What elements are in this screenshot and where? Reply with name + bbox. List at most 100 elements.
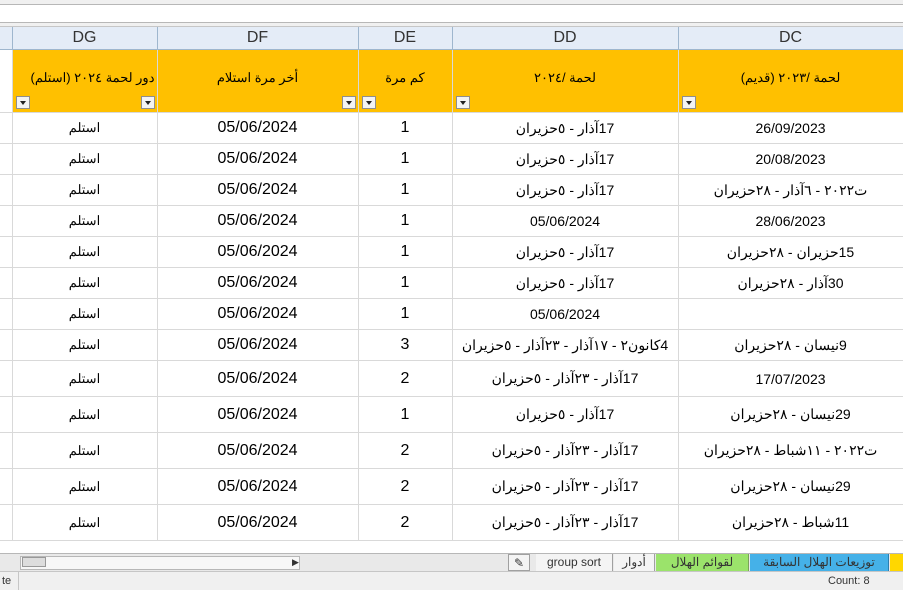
cell-dc[interactable]: ت٢٠٢٢ - ٦آذار - ٢٨حزيران [678, 174, 903, 206]
header-cell-de[interactable]: كم مرة [358, 49, 453, 113]
cell-dc[interactable]: 29نيسان - ٢٨حزيران [678, 396, 903, 433]
row-header-cell[interactable] [0, 396, 13, 433]
cell-dc[interactable]: 28/06/2023 [678, 205, 903, 237]
cell-dg[interactable]: استلم [12, 432, 158, 469]
cell-de[interactable]: 1 [358, 205, 453, 237]
cell-dd[interactable]: 05/06/2024 [452, 205, 679, 237]
formula-input[interactable] [0, 4, 903, 23]
row-header-cell[interactable] [0, 174, 13, 206]
cell-dd[interactable]: 17آذار - ٥حزيران [452, 267, 679, 299]
cell-dg[interactable]: استلم [12, 267, 158, 299]
cell-de[interactable]: 1 [358, 396, 453, 433]
tab-previous-distributions[interactable]: توزيعات الهلال السابقة [750, 554, 889, 571]
tab-yellow[interactable] [890, 554, 903, 571]
row-header-cell[interactable] [0, 360, 13, 397]
filter-dropdown-icon[interactable] [455, 96, 470, 109]
cell-df[interactable]: 05/06/2024 [157, 468, 359, 505]
cell-dg[interactable]: استلم [12, 468, 158, 505]
cell-dc[interactable]: ت٢٠٢٢ - ١١شباط - ٢٨حزيران [678, 432, 903, 469]
row-header-cell[interactable] [0, 236, 13, 268]
column-header-df[interactable]: DF [157, 27, 359, 50]
cell-df[interactable]: 05/06/2024 [157, 329, 359, 361]
row-header-cell[interactable] [0, 267, 13, 299]
filter-dropdown-icon[interactable] [681, 96, 696, 109]
header-cell-dg[interactable]: دور لحمة ٢٠٢٤ (استلم) [12, 49, 158, 113]
cell-dd[interactable]: 17آذار - ٢٣آذار - ٥حزيران [452, 432, 679, 469]
filter-dropdown-icon[interactable] [341, 96, 356, 109]
cell-de[interactable]: 2 [358, 432, 453, 469]
cell-dc[interactable]: 9نيسان - ٢٨حزيران [678, 329, 903, 361]
cell-dd[interactable]: 17آذار - ٢٣آذار - ٥حزيران [452, 504, 679, 541]
cell-dc[interactable]: 29نيسان - ٢٨حزيران [678, 468, 903, 505]
tab-roles[interactable]: أدوار [614, 554, 655, 571]
cell-df[interactable]: 05/06/2024 [157, 143, 359, 175]
filter-dropdown-icon[interactable] [15, 96, 30, 109]
tab-group-sort[interactable]: group sort [536, 554, 613, 571]
header-cell-dc[interactable]: لحمة /٢٠٢٣ (قديم) [678, 49, 903, 113]
cell-de[interactable]: 1 [358, 143, 453, 175]
cell-df[interactable]: 05/06/2024 [157, 236, 359, 268]
cell-dd[interactable]: 17آذار - ٢٣آذار - ٥حزيران [452, 360, 679, 397]
cell-dg[interactable]: استلم [12, 112, 158, 144]
cell-dc[interactable]: 30آذار - ٢٨حزيران [678, 267, 903, 299]
row-header-cell[interactable] [0, 504, 13, 541]
cell-de[interactable]: 1 [358, 174, 453, 206]
cell-de[interactable]: 2 [358, 504, 453, 541]
column-header-dc[interactable]: DC [678, 27, 903, 50]
row-header-cell[interactable] [0, 468, 13, 505]
cell-dd[interactable]: 17آذار - ٥حزيران [452, 396, 679, 433]
column-header-dg[interactable]: DG [12, 27, 158, 50]
scrollbar-thumb[interactable] [22, 557, 46, 567]
cell-dd[interactable]: 05/06/2024 [452, 298, 679, 330]
cell-dg[interactable]: استلم [12, 396, 158, 433]
cell-df[interactable]: 05/06/2024 [157, 432, 359, 469]
cell-dd[interactable]: 17آذار - ٥حزيران [452, 112, 679, 144]
cell-dc[interactable]: 20/08/2023 [678, 143, 903, 175]
cell-df[interactable]: 05/06/2024 [157, 298, 359, 330]
column-header-de[interactable]: DE [358, 27, 453, 50]
cell-de[interactable]: 1 [358, 112, 453, 144]
row-header-cell[interactable] [0, 205, 13, 237]
row-header-cell[interactable] [0, 432, 13, 469]
cell-df[interactable]: 05/06/2024 [157, 360, 359, 397]
cell-dg[interactable]: استلم [12, 504, 158, 541]
cell-dg[interactable]: استلم [12, 174, 158, 206]
row-header-cell[interactable] [0, 329, 13, 361]
cell-dg[interactable]: استلم [12, 205, 158, 237]
cell-dg[interactable]: استلم [12, 143, 158, 175]
header-cell-df[interactable]: أخر مرة استلام [157, 49, 359, 113]
cell-de[interactable]: 2 [358, 468, 453, 505]
cell-df[interactable]: 05/06/2024 [157, 396, 359, 433]
filter-dropdown-icon[interactable] [140, 96, 155, 109]
cell-de[interactable]: 2 [358, 360, 453, 397]
tab-crescent-lists[interactable]: لقوائم الهلال [656, 554, 749, 571]
cell-dc[interactable]: 15حزيران - ٢٨حزيران [678, 236, 903, 268]
cell-dg[interactable]: استلم [12, 360, 158, 397]
row-header-corner[interactable] [0, 27, 13, 50]
cell-df[interactable]: 05/06/2024 [157, 112, 359, 144]
scroll-right-arrow-icon[interactable]: ▶ [292, 557, 299, 568]
cell-dg[interactable]: استلم [12, 298, 158, 330]
cell-df[interactable]: 05/06/2024 [157, 504, 359, 541]
row-header-cell[interactable] [0, 112, 13, 144]
horizontal-scrollbar[interactable] [20, 556, 300, 570]
cell-de[interactable]: 1 [358, 267, 453, 299]
cell-dc[interactable] [678, 298, 903, 330]
cell-dd[interactable]: 17آذار - ٥حزيران [452, 236, 679, 268]
cell-de[interactable]: 3 [358, 329, 453, 361]
cell-dc[interactable]: 11شباط - ٢٨حزيران [678, 504, 903, 541]
row-header-cell[interactable] [0, 298, 13, 330]
cell-dc[interactable]: 17/07/2023 [678, 360, 903, 397]
row-header-cell[interactable] [0, 143, 13, 175]
cell-dd[interactable]: 17آذار - ٥حزيران [452, 174, 679, 206]
cell-df[interactable]: 05/06/2024 [157, 205, 359, 237]
column-header-dd[interactable]: DD [452, 27, 679, 50]
cell-dc[interactable]: 26/09/2023 [678, 112, 903, 144]
cell-de[interactable]: 1 [358, 298, 453, 330]
cell-dg[interactable]: استلم [12, 329, 158, 361]
cell-dd[interactable]: 17آذار - ٢٣آذار - ٥حزيران [452, 468, 679, 505]
cell-df[interactable]: 05/06/2024 [157, 267, 359, 299]
header-cell-dd[interactable]: لحمة /٢٠٢٤ [452, 49, 679, 113]
cell-dd[interactable]: 4كانون٢ - ١٧آذار - ٢٣آذار - ٥حزيران [452, 329, 679, 361]
filter-dropdown-icon[interactable] [361, 96, 376, 109]
